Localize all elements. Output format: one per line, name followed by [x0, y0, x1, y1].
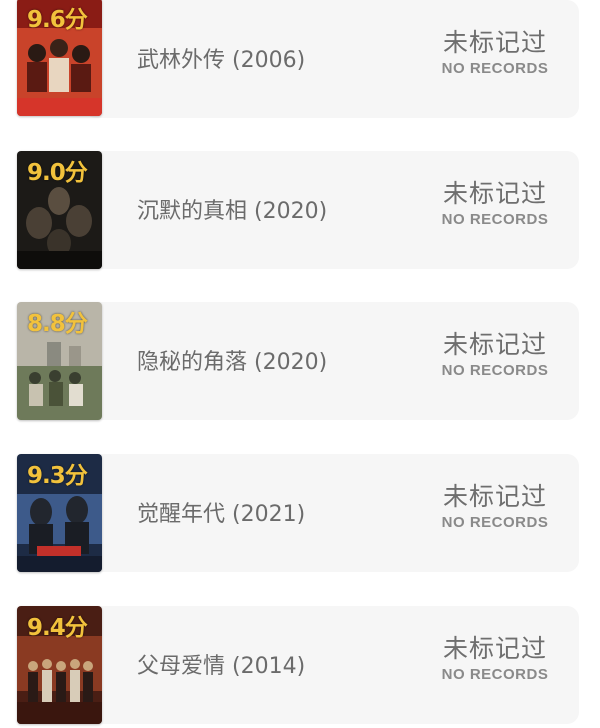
rating-score: 9.4分 [27, 615, 88, 641]
status-label-en: NO RECORDS [441, 514, 549, 531]
status-label-en: NO RECORDS [441, 362, 549, 379]
list-item[interactable]: 8.8分 隐秘的角落 (2020) 未标记过 NO RECORDS [0, 302, 600, 422]
show-title: 武林外传 (2006) [137, 48, 306, 73]
status-label-en: NO RECORDS [441, 666, 549, 683]
list-item[interactable]: 9.3分 觉醒年代 (2021) 未标记过 NO RECORDS [0, 454, 600, 574]
rating-score: 9.3分 [27, 463, 88, 489]
rating-score: 9.0分 [27, 160, 88, 186]
show-title: 父母爱情 (2014) [137, 654, 306, 679]
poster-image[interactable]: 9.0分 [17, 151, 102, 269]
list-item[interactable]: 9.0分 沉默的真相 (2020) 未标记过 NO RECORDS [0, 151, 600, 271]
rating-score: 9.6分 [27, 7, 88, 33]
rating-score: 8.8分 [27, 311, 88, 337]
poster-image[interactable]: 9.6分 [17, 0, 102, 116]
show-title: 隐秘的角落 (2020) [137, 350, 328, 375]
status-label-cn: 未标记过 [442, 179, 547, 208]
record-status[interactable]: 未标记过 NO RECORDS [430, 634, 560, 686]
list-item[interactable]: 9.4分 父母爱情 (2014) 未标记过 NO RECORDS [0, 606, 600, 726]
status-label-cn: 未标记过 [442, 28, 547, 57]
poster-image[interactable]: 9.4分 [17, 606, 102, 724]
record-status[interactable]: 未标记过 NO RECORDS [430, 482, 560, 534]
show-title: 觉醒年代 (2021) [137, 502, 306, 527]
list-item[interactable]: 9.6分 武林外传 (2006) 未标记过 NO RECORDS [0, 0, 600, 120]
status-label-cn: 未标记过 [442, 482, 547, 511]
record-status[interactable]: 未标记过 NO RECORDS [430, 330, 560, 382]
tv-record-list: 9.6分 武林外传 (2006) 未标记过 NO RECORDS 9.0分 沉默… [0, 0, 600, 728]
status-label-cn: 未标记过 [442, 634, 547, 663]
poster-image[interactable]: 9.3分 [17, 454, 102, 572]
status-label-en: NO RECORDS [441, 211, 549, 228]
status-label-cn: 未标记过 [442, 330, 547, 359]
record-status[interactable]: 未标记过 NO RECORDS [430, 28, 560, 80]
poster-image[interactable]: 8.8分 [17, 302, 102, 420]
show-title: 沉默的真相 (2020) [137, 199, 328, 224]
record-status[interactable]: 未标记过 NO RECORDS [430, 179, 560, 231]
status-label-en: NO RECORDS [441, 60, 549, 77]
